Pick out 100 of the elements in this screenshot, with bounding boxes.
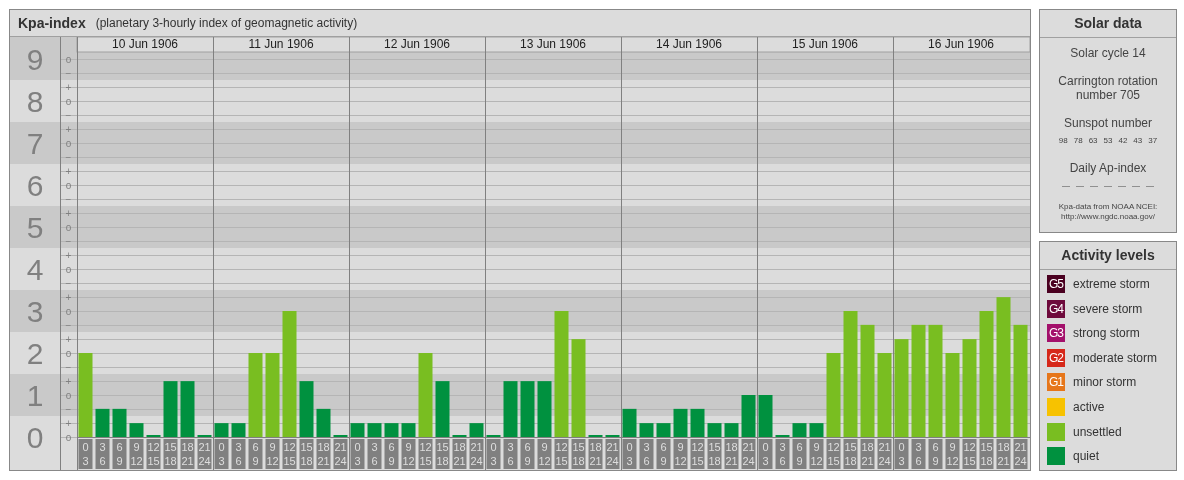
day-label: 16 Jun 1906 xyxy=(927,37,995,51)
y-axis-label: 0 xyxy=(26,421,44,454)
y-axis-label: 9 xyxy=(26,43,44,76)
legend-label: strong storm xyxy=(1073,325,1140,343)
x-tick-label: 3 6 xyxy=(915,441,922,467)
legend-label: minor storm xyxy=(1073,374,1137,392)
y-axis-label: 1 xyxy=(26,379,44,412)
x-tick-label: 0 3 xyxy=(626,441,633,467)
y-axis-label: 7 xyxy=(26,127,44,160)
x-tick-label: 0 3 xyxy=(354,441,361,467)
kp-bar xyxy=(95,408,110,437)
x-tick-label: 6 9 xyxy=(796,441,803,467)
y-axis-label: 2 xyxy=(26,337,44,370)
kp-bar xyxy=(384,423,399,437)
kp-bar xyxy=(741,395,756,437)
kp-bar xyxy=(673,408,688,437)
y-minor-label: − xyxy=(65,235,72,247)
x-tick-label: 6 9 xyxy=(252,441,259,467)
kp-bar xyxy=(724,423,739,437)
y-minor-label: o xyxy=(65,305,72,317)
sunspot-value: 53 xyxy=(1103,135,1113,147)
kp-bar xyxy=(809,423,824,437)
y-minor-label: − xyxy=(65,193,72,205)
chart-subtitle: (planetary 3-hourly index of geomagnetic activity) xyxy=(95,15,358,32)
x-tick-label: 3 6 xyxy=(643,441,650,467)
day-label: 12 Jun 1906 xyxy=(383,37,451,51)
sunspot-value: 98 xyxy=(1058,135,1068,147)
kp-bar xyxy=(163,381,178,437)
kp-bar xyxy=(639,423,654,437)
kp-bar xyxy=(537,381,552,437)
x-tick-label: 6 9 xyxy=(388,441,395,467)
ap-index-value: — xyxy=(1090,180,1098,192)
kp-bar xyxy=(792,423,807,437)
x-tick-label: 6 9 xyxy=(116,441,123,467)
y-minor-label: + xyxy=(65,123,72,135)
y-minor-label: + xyxy=(65,165,72,177)
y-minor-label: + xyxy=(65,291,72,303)
x-tick-label: 0 3 xyxy=(218,441,225,467)
y-axis-label: 3 xyxy=(26,295,44,328)
ap-index-value: — xyxy=(1104,180,1112,192)
chart-title: Kpa-index xyxy=(18,13,86,33)
y-minor-label: − xyxy=(65,151,72,163)
y-minor-label: − xyxy=(65,319,72,331)
data-source-note: Kpa-data from NOAA NCEI: http://www.ngdc.noaa.gov/ xyxy=(1057,202,1159,222)
sunspot-value: 78 xyxy=(1073,135,1083,147)
ap-index-value: — xyxy=(1076,180,1084,192)
day-label: 13 Jun 1906 xyxy=(519,37,587,51)
panel-title: Solar data xyxy=(1040,10,1176,38)
ap-index-value: — xyxy=(1062,180,1070,192)
kp-bar xyxy=(129,423,144,437)
kp-bar xyxy=(656,423,671,437)
y-axis-label: 6 xyxy=(26,169,44,202)
x-tick-label: 6 9 xyxy=(660,441,667,467)
kp-bar xyxy=(367,423,382,437)
y-minor-label: + xyxy=(65,81,72,93)
x-tick-label: 3 6 xyxy=(371,441,378,467)
day-label: 11 Jun 1906 xyxy=(248,37,314,51)
y-minor-label: o xyxy=(65,53,72,65)
legend-label: severe storm xyxy=(1073,300,1143,318)
y-minor-label: + xyxy=(65,417,72,429)
day-label: 14 Jun 1906 xyxy=(655,37,723,51)
ap-index-value: — xyxy=(1146,180,1154,192)
y-axis-label: 5 xyxy=(26,211,44,244)
kp-bar xyxy=(690,408,705,437)
kp-bar xyxy=(214,423,229,437)
y-minor-label: o xyxy=(65,263,72,275)
day-label: 10 Jun 1906 xyxy=(111,37,179,51)
legend-label: moderate storm xyxy=(1073,349,1158,367)
legend-label: extreme storm xyxy=(1073,276,1150,293)
kp-bar xyxy=(520,381,535,437)
kp-bar xyxy=(707,423,722,437)
kp-bar xyxy=(435,381,450,437)
y-minor-label: o xyxy=(65,137,72,149)
legend-swatch: G1 xyxy=(1047,373,1065,392)
sunspot-value: 42 xyxy=(1118,135,1128,147)
kp-bar xyxy=(180,381,195,437)
kp-bar xyxy=(231,423,246,437)
y-minor-label: + xyxy=(65,207,72,219)
y-minor-label: o xyxy=(65,221,72,233)
kp-bar xyxy=(622,408,637,437)
kp-bar xyxy=(299,381,314,437)
y-minor-label: o xyxy=(65,95,72,107)
legend-label: quiet xyxy=(1073,448,1100,466)
sunspot-title: Sunspot number xyxy=(1063,115,1153,132)
solar-cycle: Solar cycle 14 xyxy=(1070,45,1146,62)
ap-index-title: Daily Ap-index xyxy=(1069,160,1147,177)
x-tick-label: 3 6 xyxy=(235,441,242,467)
legend-swatch: G4 xyxy=(1047,299,1065,318)
panel-title: Activity levels xyxy=(1040,242,1176,270)
x-tick-label: 0 3 xyxy=(898,441,905,467)
ap-index-value: — xyxy=(1132,180,1140,192)
day-label: 15 Jun 1906 xyxy=(791,37,859,51)
x-tick-label: 0 3 xyxy=(82,441,89,467)
x-tick-label: 3 6 xyxy=(99,441,106,467)
y-minor-label: + xyxy=(65,375,72,387)
y-minor-label: − xyxy=(65,67,72,79)
kp-bar xyxy=(401,423,416,437)
sunspot-value: 37 xyxy=(1148,135,1158,147)
sunspot-value: 63 xyxy=(1088,135,1098,147)
y-minor-label: o xyxy=(65,347,72,359)
